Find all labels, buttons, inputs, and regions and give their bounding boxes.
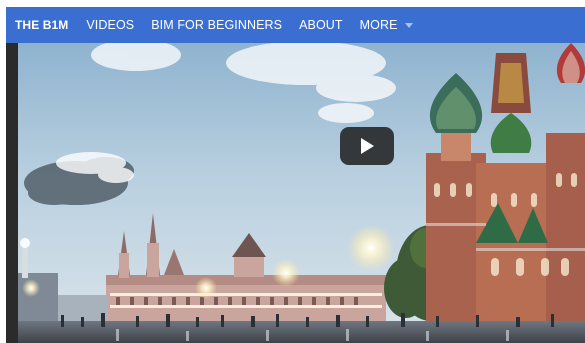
nav-item-videos[interactable]: VIDEOS (86, 18, 134, 32)
top-navigation-bar: THE B1M VIDEOS BIM FOR BEGINNERS ABOUT M… (6, 7, 585, 43)
video-thumbnail (6, 43, 585, 343)
video-player[interactable] (6, 43, 585, 343)
nav-item-bim-for-beginners[interactable]: BIM FOR BEGINNERS (151, 18, 282, 32)
play-icon (361, 138, 374, 154)
nav-item-more[interactable]: MORE (360, 18, 413, 32)
brand-logo[interactable]: THE B1M (15, 18, 68, 32)
chevron-down-icon (404, 23, 413, 28)
nav-item-about[interactable]: ABOUT (299, 18, 343, 32)
play-button[interactable] (340, 127, 394, 165)
nav-item-more-label: MORE (359, 18, 398, 32)
